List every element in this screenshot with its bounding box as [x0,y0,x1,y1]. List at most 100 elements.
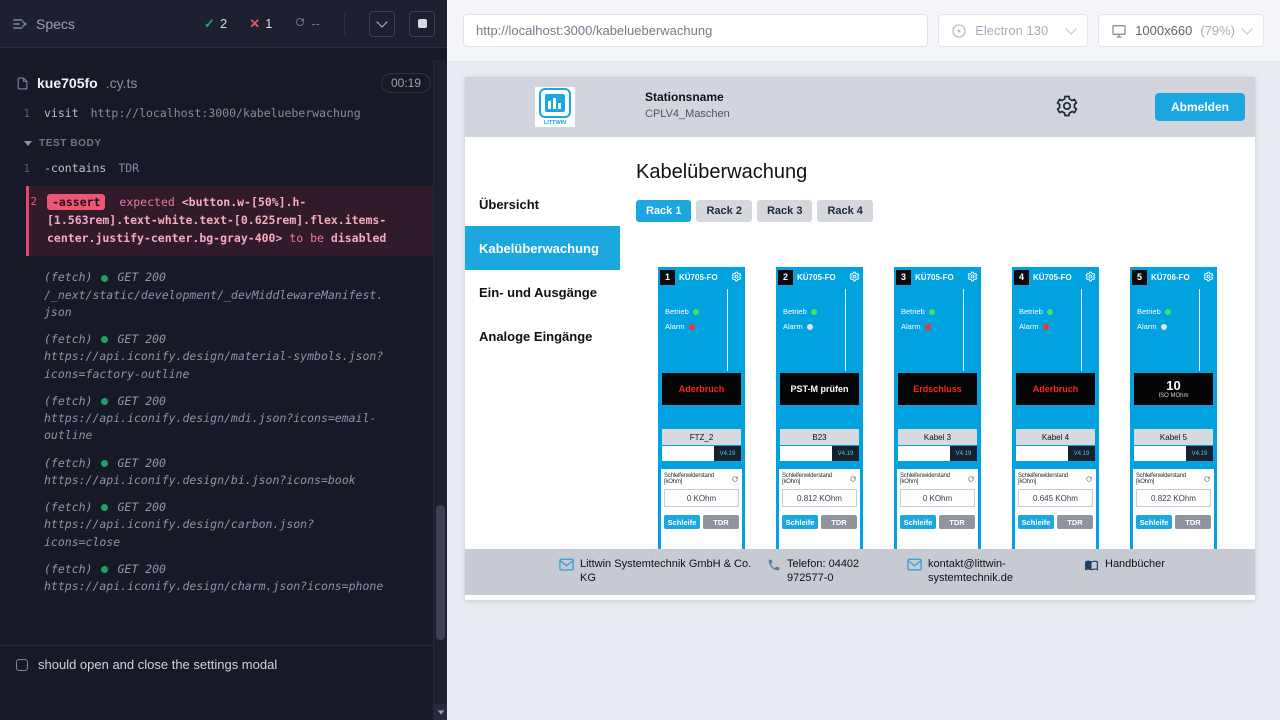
chevron-down-icon [437,710,443,714]
sidebar-item-analoge-eingaenge[interactable]: Analoge Eingänge [465,314,620,358]
footer-manuals[interactable]: Handbücher [1084,557,1165,572]
schleife-button[interactable]: Schleife [1136,515,1172,529]
app-footer: Littwin Systemtechnik GmbH & Co. KG Tele… [465,549,1255,595]
alarm-status-dot [1043,324,1049,330]
tdr-button[interactable]: TDR [821,515,857,529]
device-cards: 1KÜ705-FO Betrieb Alarm Aderbruch FTZ_2 … [636,267,1239,577]
browser-select[interactable]: Electron 130 [938,14,1088,47]
tdr-button[interactable]: TDR [939,515,975,529]
station-info: Stationsname CPLV4_Maschen [645,90,730,120]
chevron-down-icon [1066,23,1077,34]
specs-label[interactable]: Specs [36,16,75,32]
schleife-button[interactable]: Schleife [664,515,700,529]
fetch-log-row[interactable]: (fetch)GET 200 https://api.iconify.desig… [0,388,447,450]
command-arg: TDR [118,160,139,178]
tdr-button[interactable]: TDR [703,515,739,529]
schleife-button[interactable]: Schleife [782,515,818,529]
scrollbar-thumb[interactable] [436,505,445,640]
tab-rack-3[interactable]: Rack 3 [757,200,812,222]
fetch-log-row[interactable]: (fetch)GET 200 https://api.iconify.desig… [0,556,447,601]
app-body: Übersicht Kabelüberwachung Ein- und Ausg… [465,137,1255,600]
device-model: KÜ706-FO [1151,273,1190,282]
tab-rack-4[interactable]: Rack 4 [817,200,872,222]
stop-tests-button[interactable] [409,11,435,37]
failed-count: ✕ 1 [249,16,272,32]
fetch-log-row[interactable]: (fetch)GET 200 https://api.iconify.desig… [0,326,447,388]
fetch-log-row[interactable]: (fetch)GET 200 /_next/static/development… [0,264,447,326]
schleife-button[interactable]: Schleife [1018,515,1054,529]
tab-rack-1[interactable]: Rack 1 [636,200,691,222]
refresh-icon[interactable] [731,475,739,483]
email-icon [559,558,574,571]
resistance-value: 0 KOhm [900,489,975,507]
firmware-version: V4.19 [1068,446,1095,461]
reporter-scrollbar[interactable] [433,60,447,720]
status-display: Aderbruch [1016,373,1095,405]
visit-command-row[interactable]: 1 visit http://localhost:3000/kabelueber… [0,102,447,126]
footer-email[interactable]: kontakt@littwin-systemtechnik.de [907,557,1053,586]
collapse-reporter-button[interactable] [369,11,395,37]
gear-icon[interactable] [1085,271,1096,282]
cypress-runner-panel: Specs ✓ 2 ✕ 1 -- kue705fo .cy.ts [0,0,447,720]
app-content: Kabelüberwachung Rack 1 Rack 2 Rack 3 Ra… [620,137,1255,600]
divider [1199,289,1200,371]
runner-header: Specs ✓ 2 ✕ 1 -- [0,0,447,48]
footer-phone[interactable]: Telefon: 04402 972577-0 [767,557,889,586]
betrieb-status-dot [1047,309,1053,315]
tdr-button[interactable]: TDR [1057,515,1093,529]
device-card: 2KÜ705-FO Betrieb Alarm PST-M prüfen B23… [776,267,863,577]
iso-value: 10 [1166,379,1180,393]
app-under-test: LITTWIN Stationsname CPLV4_Maschen Abmel… [465,77,1255,600]
tdr-button[interactable]: TDR [1175,515,1211,529]
alarm-status-dot [1161,324,1167,330]
tab-rack-2[interactable]: Rack 2 [696,200,751,222]
device-card: 4KÜ705-FO Betrieb Alarm Aderbruch Kabel … [1012,267,1099,577]
url-input[interactable] [463,14,928,47]
gear-icon[interactable] [731,271,742,282]
fetch-url: https://api.iconify.design/material-symb… [44,349,383,380]
footer-company[interactable]: Littwin Systemtechnik GmbH & Co. KG [559,557,755,586]
gear-icon[interactable] [967,271,978,282]
aut-preview-area: LITTWIN Stationsname CPLV4_Maschen Abmel… [447,62,1280,720]
next-test-row[interactable]: should open and close the settings modal [0,645,433,683]
sidebar-item-kabelueberwachung[interactable]: Kabelüberwachung [465,226,620,270]
contains-command-row[interactable]: 1 -contains TDR [0,157,447,181]
request-ok-dot [101,460,108,467]
gear-icon[interactable] [849,271,860,282]
spec-title-row[interactable]: kue705fo .cy.ts 00:19 [0,68,447,98]
specs-menu-icon[interactable] [12,16,28,32]
command-arg: http://localhost:3000/kabelueberwachung [91,105,361,123]
refresh-icon [294,16,306,31]
viewport-select[interactable]: 1000x660 (79%) [1098,14,1264,47]
divider [344,13,345,35]
fetch-log-row[interactable]: (fetch)GET 200 https://api.iconify.desig… [0,494,447,556]
logout-button[interactable]: Abmelden [1155,93,1245,121]
device-card: 3KÜ705-FO Betrieb Alarm Erdschluss Kabel… [894,267,981,577]
station-label: Stationsname [645,90,730,104]
status-display: 10 ISO MOhm [1134,373,1213,405]
device-model: KÜ705-FO [797,273,836,282]
spec-name: kue705fo [37,75,98,91]
rack-tabs: Rack 1 Rack 2 Rack 3 Rack 4 [636,200,1239,222]
refresh-icon[interactable] [967,475,975,483]
device-card: 1KÜ705-FO Betrieb Alarm Aderbruch FTZ_2 … [658,267,745,577]
fetch-log-row[interactable]: (fetch)GET 200 https://api.iconify.desig… [0,450,447,495]
refresh-icon[interactable] [1203,475,1211,483]
cable-name: Kabel 5 [1134,429,1213,445]
schleife-button[interactable]: Schleife [900,515,936,529]
scrollbar-down-arrow[interactable] [434,704,447,720]
refresh-icon[interactable] [1085,475,1093,483]
refresh-icon[interactable] [849,475,857,483]
alarm-status-dot [925,324,931,330]
settings-gear-icon[interactable] [1055,94,1079,123]
sidebar-item-ein-und-ausgaenge[interactable]: Ein- und Ausgänge [465,270,620,314]
test-body-section[interactable]: TEST BODY [0,126,447,157]
cable-name: B23 [780,429,859,445]
chevron-down-icon [376,16,387,27]
gear-icon[interactable] [1203,271,1214,282]
sidebar-item-uebersicht[interactable]: Übersicht [465,182,620,226]
failed-assert-row[interactable]: 2 -assert expected <button.w-[50%].h-[1.… [26,186,447,256]
firmware-version: V4.19 [1186,446,1213,461]
firmware-version: V4.19 [714,446,741,461]
alarm-status-dot [689,324,695,330]
